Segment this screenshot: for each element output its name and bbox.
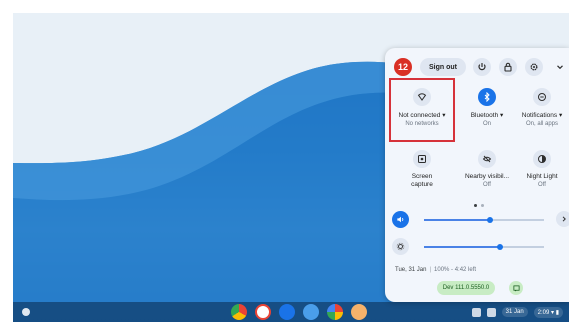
screen-capture-icon xyxy=(418,155,426,163)
nearby-visibility-toggle[interactable] xyxy=(478,150,496,168)
sign-out-button[interactable]: Sign out xyxy=(420,58,466,76)
bluetooth-toggle[interactable] xyxy=(478,88,496,106)
brightness-track[interactable] xyxy=(424,246,500,248)
network-status: No networks xyxy=(405,121,439,127)
notifications-toggle[interactable] xyxy=(533,88,551,106)
brightness-button[interactable] xyxy=(392,238,409,255)
bluetooth-icon xyxy=(484,92,490,102)
night-light-label: Night Light xyxy=(526,173,558,180)
page-dot-active[interactable] xyxy=(474,204,477,207)
power-icon xyxy=(478,63,486,71)
nearby-visibility-status: Off xyxy=(483,182,491,188)
nearby-visibility-label: Nearby visibil... xyxy=(464,173,510,180)
feedback-icon xyxy=(512,284,520,291)
bluetooth-status: On xyxy=(482,121,491,127)
messages-app-icon[interactable] xyxy=(303,304,319,320)
power-button[interactable] xyxy=(473,58,491,76)
bluetooth-label: Bluetooth ▾ xyxy=(470,112,504,119)
pen-icon[interactable] xyxy=(486,307,496,317)
shelf-date[interactable]: 31 Jan xyxy=(501,307,528,317)
shelf: 31 Jan 2:09 ▾ ▮ xyxy=(13,302,569,322)
night-light-status: Off xyxy=(538,182,546,188)
nearby-visibility-tile[interactable]: Nearby visibil... Off xyxy=(455,150,519,188)
chrome-app-icon[interactable] xyxy=(231,304,247,320)
night-light-icon xyxy=(538,155,546,163)
lock-button[interactable] xyxy=(499,58,517,76)
screen-capture-tile[interactable]: Screen capture xyxy=(389,150,455,188)
brightness-track-rest xyxy=(500,246,544,248)
settings-icon xyxy=(530,63,538,71)
brightness-thumb[interactable] xyxy=(497,243,503,250)
night-light-tile[interactable]: Night Light Off xyxy=(515,150,569,188)
volume-thumb[interactable] xyxy=(487,216,493,223)
night-light-toggle[interactable] xyxy=(533,150,551,168)
audio-settings-button[interactable] xyxy=(556,211,569,227)
files-app-icon[interactable] xyxy=(279,304,295,320)
notifications-status: On, all apps xyxy=(525,121,559,127)
collapse-button[interactable] xyxy=(551,58,569,76)
notifications-icon xyxy=(538,93,546,101)
chevron-down-icon xyxy=(557,65,563,70)
settings-button[interactable] xyxy=(525,58,543,76)
gmail-app-icon[interactable] xyxy=(255,304,271,320)
quick-settings-panel: 12 Sign out Not connected ▾ No networks … xyxy=(385,48,569,302)
volume-icon xyxy=(397,216,404,223)
volume-track-rest xyxy=(490,219,544,221)
nearby-visibility-icon xyxy=(482,155,492,163)
photos-app-icon[interactable] xyxy=(327,304,343,320)
brightness-slider-row xyxy=(392,238,569,256)
version-badge[interactable]: Dev 111.0.5550.0 xyxy=(437,281,495,295)
feedback-button[interactable] xyxy=(509,281,523,295)
notifications-tile[interactable]: Notifications ▾ On, all apps xyxy=(515,88,569,127)
notifications-label: Notifications ▾ xyxy=(521,112,563,119)
panel-date[interactable]: Tue, 31 Jan xyxy=(395,267,426,273)
date-battery-info: Tue, 31 Jan | 100% - 4:42 left xyxy=(395,267,477,273)
avatar[interactable]: 12 xyxy=(394,58,412,76)
page-indicator xyxy=(474,204,484,207)
bluetooth-tile[interactable]: Bluetooth ▾ On xyxy=(455,88,519,127)
volume-track[interactable] xyxy=(424,219,490,221)
battery-status: 100% - 4:42 left xyxy=(434,267,477,273)
chevron-right-icon xyxy=(562,216,566,222)
volume-slider-row xyxy=(392,211,569,229)
network-toggle[interactable] xyxy=(413,88,431,106)
network-label: Not connected ▾ xyxy=(398,112,446,119)
shelf-apps xyxy=(231,304,367,320)
launcher-button[interactable] xyxy=(22,308,30,316)
shelf-time[interactable]: 2:09 ▾ ▮ xyxy=(533,306,563,318)
network-tile[interactable]: Not connected ▾ No networks xyxy=(389,88,455,127)
brightness-icon xyxy=(396,242,405,251)
status-tray[interactable]: 31 Jan 2:09 ▾ ▮ xyxy=(471,304,563,320)
settings-app-icon[interactable] xyxy=(351,304,367,320)
stylus-icon[interactable] xyxy=(471,307,481,317)
screen-capture-toggle[interactable] xyxy=(413,150,431,168)
screen-capture-label: Screen xyxy=(411,173,433,180)
screen-capture-label-2: capture xyxy=(411,181,433,188)
wifi-icon xyxy=(417,93,427,101)
volume-button[interactable] xyxy=(392,211,409,228)
lock-icon xyxy=(504,62,512,72)
page-dot[interactable] xyxy=(481,204,484,207)
